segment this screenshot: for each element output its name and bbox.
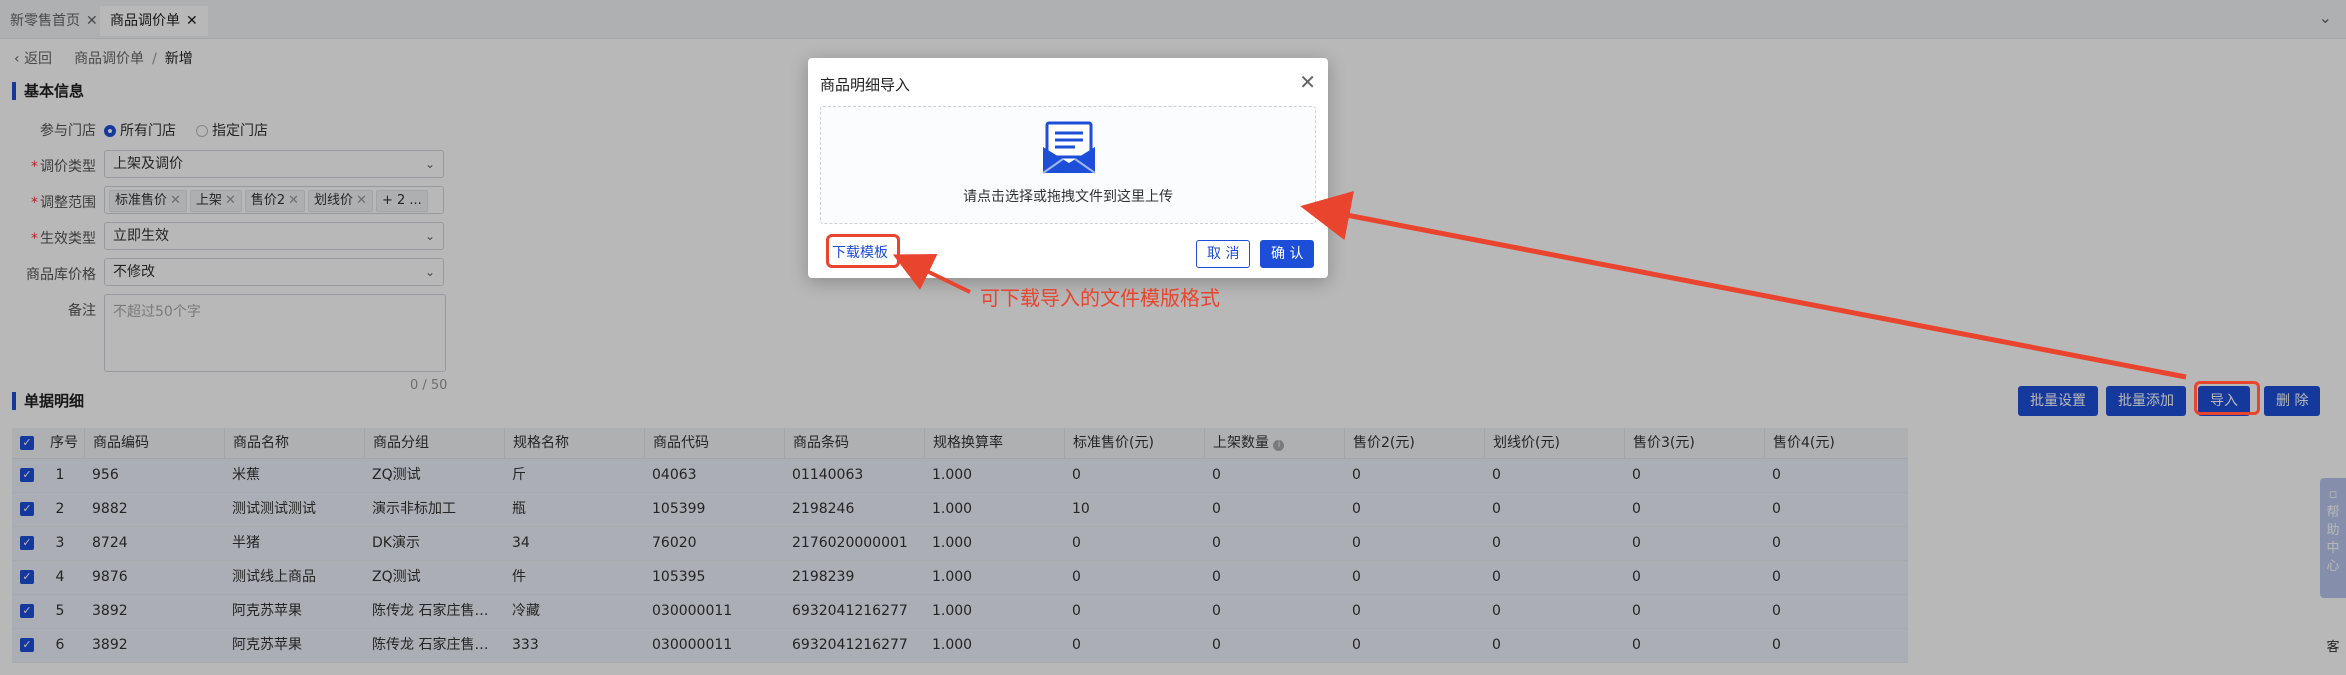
annotation-arrows: [892, 191, 2187, 380]
arrow-to-download: [892, 253, 971, 294]
arrow-to-dropzone: [1300, 191, 2187, 380]
